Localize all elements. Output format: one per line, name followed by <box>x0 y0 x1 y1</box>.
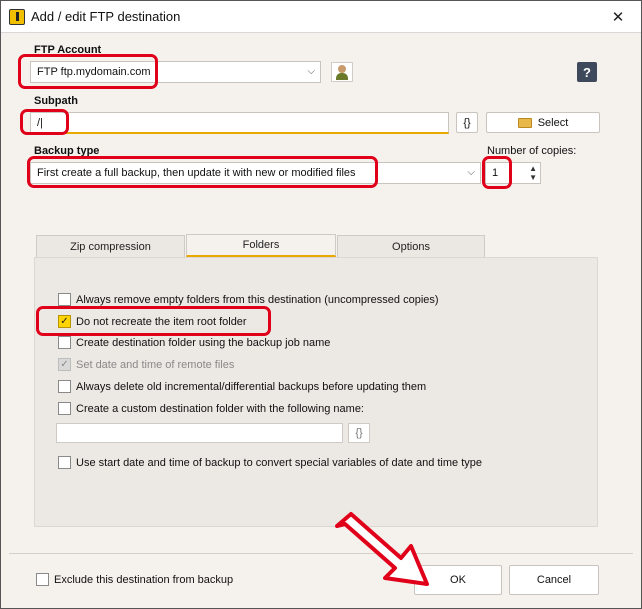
checkbox-checked-disabled: ✓ <box>58 358 71 371</box>
copies-value: 1 <box>492 167 499 179</box>
custom-folder-name-input[interactable] <box>56 423 343 443</box>
option-label: Set date and time of remote files <box>76 358 235 371</box>
option-set-remote-datetime: ✓ Set date and time of remote files <box>58 358 234 371</box>
option-remove-empty-folders[interactable]: Always remove empty folders from this de… <box>58 293 439 306</box>
checkbox[interactable] <box>58 380 71 393</box>
checkbox[interactable] <box>58 336 71 349</box>
option-folder-from-job-name[interactable]: Create destination folder using the back… <box>58 336 330 349</box>
title-bar: Add / edit FTP destination ✕ <box>1 1 641 33</box>
option-use-start-datetime[interactable]: Use start date and time of backup to con… <box>58 456 482 469</box>
checkbox-checked[interactable]: ✓ <box>58 315 71 328</box>
option-custom-destination-folder[interactable]: Create a custom destination folder with … <box>58 402 364 415</box>
add-user-icon[interactable] <box>331 62 353 82</box>
ftp-destination-dialog: Add / edit FTP destination ✕ FTP Account… <box>0 0 642 609</box>
tab-options[interactable]: Options <box>337 235 485 257</box>
option-label: Create a custom destination folder with … <box>76 402 364 415</box>
tab-label: Options <box>392 240 430 253</box>
ftp-account-select[interactable]: FTP ftp.mydomain.com ⌵ <box>30 61 321 83</box>
checkbox[interactable] <box>58 456 71 469</box>
subpath-input[interactable]: /| <box>30 112 449 134</box>
checkbox[interactable] <box>36 573 49 586</box>
exclude-label: Exclude this destination from backup <box>54 573 234 586</box>
subpath-label: Subpath <box>34 95 78 107</box>
footer-divider <box>9 553 633 554</box>
option-delete-old-incremental[interactable]: Always delete old incremental/differenti… <box>58 380 426 393</box>
checkbox[interactable] <box>58 293 71 306</box>
subpath-variables-button[interactable]: {} <box>456 112 478 133</box>
tab-label: Zip compression <box>70 240 151 253</box>
copies-spinner[interactable]: 1 ▲ ▼ <box>485 162 541 184</box>
ftp-account-value: FTP ftp.mydomain.com <box>37 66 151 78</box>
option-label: Create destination folder using the back… <box>76 336 331 349</box>
backup-type-value: First create a full backup, then update … <box>37 167 356 179</box>
option-label: Always delete old incremental/differenti… <box>76 380 427 393</box>
arrow-annotation-icon <box>335 512 429 586</box>
checkbox[interactable] <box>58 402 71 415</box>
spinner-arrows-icon[interactable]: ▲ ▼ <box>529 164 537 182</box>
custom-folder-variables-button[interactable]: {} <box>348 423 370 443</box>
option-do-not-recreate-root[interactable]: ✓ Do not recreate the item root folder <box>58 315 247 328</box>
close-button[interactable]: ✕ <box>595 1 641 32</box>
copies-label: Number of copies: <box>487 145 577 157</box>
ftp-account-label: FTP Account <box>34 44 102 56</box>
option-label: Always remove empty folders from this de… <box>76 293 439 306</box>
chevron-down-icon: ⌵ <box>467 167 475 178</box>
tab-folders[interactable]: Folders <box>186 234 336 257</box>
select-folder-label: Select <box>537 116 569 129</box>
tab-zip-compression[interactable]: Zip compression <box>36 235 185 257</box>
app-logo-icon <box>9 9 25 25</box>
subpath-value: /| <box>37 116 43 129</box>
option-label: Use start date and time of backup to con… <box>76 456 483 469</box>
backup-type-label: Backup type <box>34 145 100 157</box>
tab-label: Folders <box>242 239 280 251</box>
folder-icon <box>517 117 532 128</box>
window-title: Add / edit FTP destination <box>31 9 181 24</box>
exclude-destination-option[interactable]: Exclude this destination from backup <box>36 573 233 586</box>
select-folder-button[interactable]: Select <box>486 112 600 133</box>
help-icon[interactable]: ? <box>577 62 597 82</box>
chevron-down-icon: ⌵ <box>307 66 315 77</box>
option-label: Do not recreate the item root folder <box>76 315 247 328</box>
cancel-button[interactable]: Cancel <box>509 565 599 595</box>
backup-type-select[interactable]: First create a full backup, then update … <box>30 162 481 184</box>
